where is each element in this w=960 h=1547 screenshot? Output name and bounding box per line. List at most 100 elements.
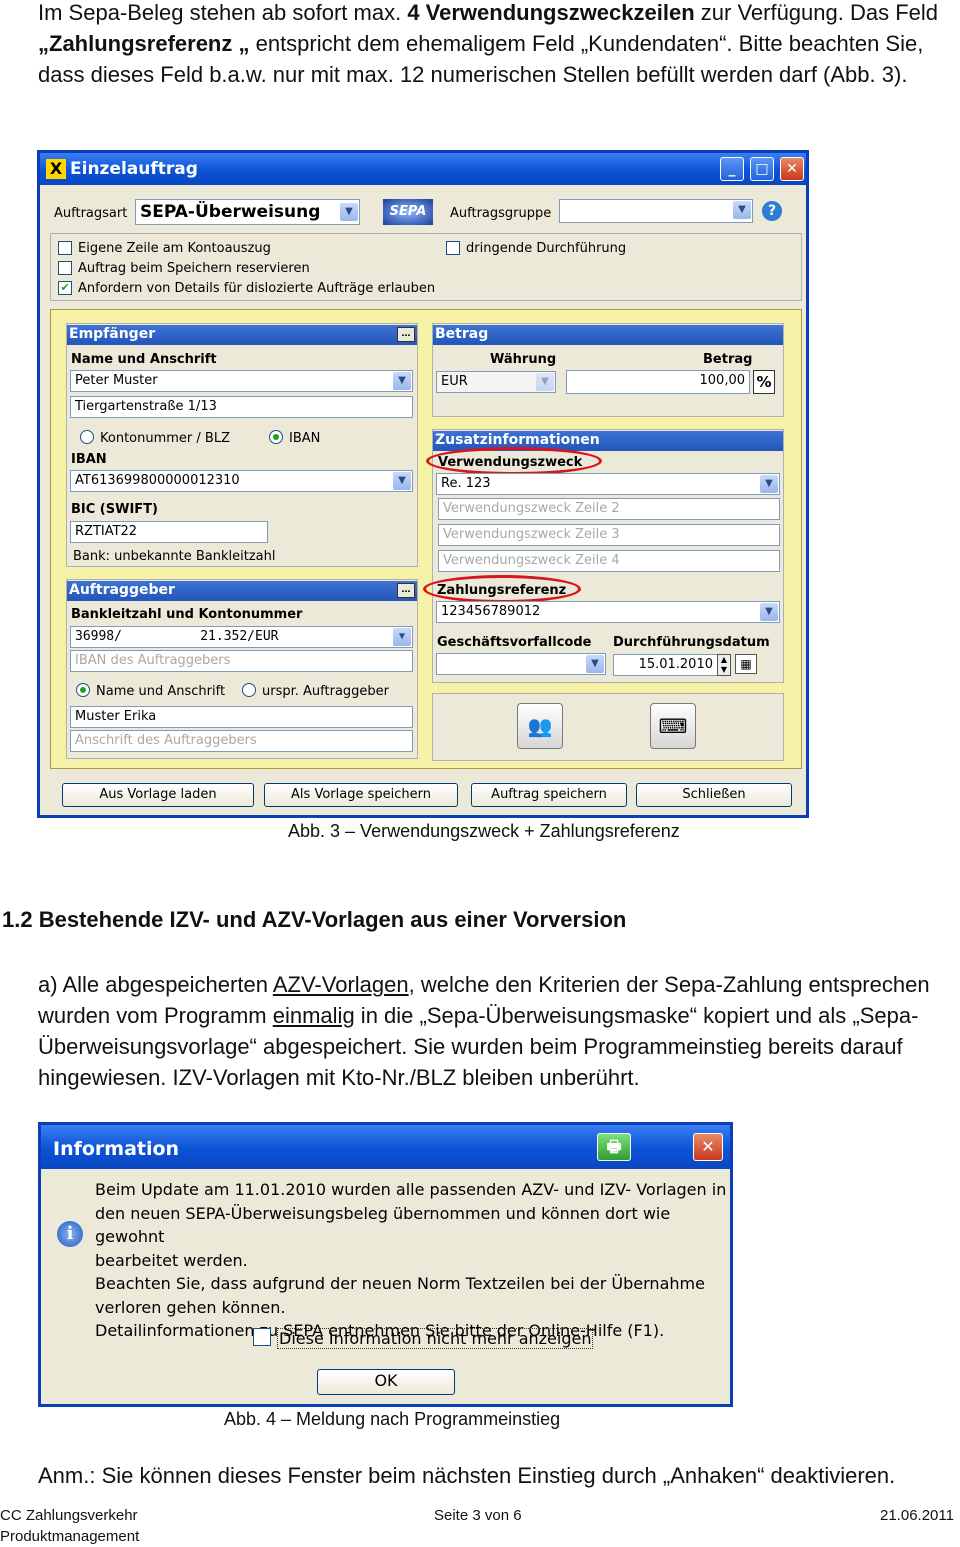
- footer-date: 21.06.2011: [880, 1507, 954, 1524]
- bic-label: BIC (SWIFT): [71, 502, 158, 517]
- iban-select[interactable]: AT613699800000012310 ▼: [70, 470, 413, 492]
- datum-input[interactable]: 15.01.2010: [613, 654, 718, 676]
- betrag-header-text: Betrag: [435, 326, 489, 342]
- auftraggeber-header-text: Auftraggeber: [69, 582, 175, 598]
- auftragsart-label: Auftragsart: [54, 206, 128, 221]
- info-line-4: Beachten Sie, dass aufgrund der neuen No…: [95, 1274, 705, 1293]
- verwendungszweck-3-placeholder: Verwendungszweck Zeile 3: [443, 527, 620, 542]
- chevron-down-icon[interactable]: ▼: [393, 628, 411, 646]
- sepa-logo-icon: SEPA: [383, 199, 433, 225]
- contacts-icon[interactable]: 👥: [517, 703, 563, 749]
- empfaenger-name-select[interactable]: Peter Muster ▼: [70, 370, 413, 392]
- intro-bold-2: „Zahlungsreferenz „: [38, 31, 250, 56]
- printer-icon[interactable]: 🖶: [597, 1133, 631, 1161]
- datum-label: Durchführungsdatum: [613, 635, 770, 650]
- information-titlebar[interactable]: Information 🖶 ✕: [41, 1125, 730, 1169]
- zahlungsreferenz-highlight: [423, 575, 581, 603]
- verwendungszweck-4-input[interactable]: Verwendungszweck Zeile 4: [438, 550, 780, 572]
- name-anschrift-radio-label: Name und Anschrift: [96, 684, 226, 699]
- auftraggeber-address-placeholder: Anschrift des Auftraggebers: [75, 733, 257, 748]
- zusatz-header-text: Zusatzinformationen: [435, 432, 600, 448]
- intro-text-2: zur Verfügung. Das Feld: [694, 0, 939, 25]
- help-icon[interactable]: ?: [762, 201, 782, 221]
- chevron-down-icon[interactable]: ▼: [393, 372, 411, 390]
- verwendungszweck-1-select[interactable]: Re. 123 ▼: [436, 473, 780, 495]
- reservieren-checkbox[interactable]: [58, 261, 72, 275]
- gvc-select[interactable]: ▼: [436, 653, 606, 675]
- date-spinner-icon[interactable]: ▲ ▼: [717, 654, 731, 676]
- window-title: Einzelauftrag: [70, 159, 198, 179]
- eigene-zeile-checkbox[interactable]: [58, 241, 72, 255]
- chevron-down-icon[interactable]: ▼: [536, 373, 554, 391]
- info-line-3: bearbeitet werden.: [95, 1250, 248, 1270]
- calendar-icon[interactable]: ▦: [735, 654, 757, 674]
- betrag-label: Betrag: [703, 352, 753, 367]
- note-text: Anm.: Sie können dieses Fenster beim näc…: [38, 1463, 896, 1488]
- chevron-down-icon[interactable]: ▼: [733, 201, 751, 219]
- schliessen-button[interactable]: Schließen: [636, 783, 792, 807]
- percent-button[interactable]: %: [753, 370, 775, 394]
- caption-abb3: Abb. 3 – Verwendungszweck + Zahlungsrefe…: [288, 821, 680, 841]
- dringend-label: dringende Durchführung: [466, 241, 627, 256]
- para2-text-1: a) Alle abgespeicherten: [38, 972, 273, 997]
- reservieren-label: Auftrag beim Speichern reservieren: [78, 261, 310, 276]
- einzelauftrag-titlebar[interactable]: X Einzelauftrag _ □ ✕: [40, 153, 806, 185]
- name-anschrift-radio[interactable]: [76, 683, 90, 697]
- vorlage-speichern-button[interactable]: Als Vorlage speichern: [264, 783, 458, 807]
- information-title: Information: [53, 1138, 180, 1160]
- empfaenger-address-value: Tiergartenstraße 1/13: [75, 399, 217, 414]
- dringend-checkbox[interactable]: [446, 241, 460, 255]
- auftraggeber-name-input[interactable]: Muster Erika: [70, 706, 413, 728]
- betrag-input[interactable]: 100,00: [566, 370, 750, 394]
- chevron-down-icon[interactable]: ▼: [393, 472, 411, 490]
- chevron-down-icon[interactable]: ▼: [340, 203, 358, 221]
- details-checkbox[interactable]: ✔: [58, 281, 72, 295]
- blz-select[interactable]: 36998/ 21.352/EUR ▼: [70, 626, 413, 648]
- waehrung-select[interactable]: EUR ▼: [436, 371, 556, 393]
- info-icon: i: [57, 1221, 83, 1247]
- gvc-label: Geschäftsvorfallcode: [437, 635, 592, 650]
- minimize-icon[interactable]: _: [720, 157, 744, 181]
- keyboard-icon[interactable]: ⌨: [650, 703, 696, 749]
- close-icon[interactable]: ✕: [693, 1133, 723, 1161]
- footer-page: Seite 3 von 6: [434, 1507, 522, 1524]
- empfaenger-address-input[interactable]: Tiergartenstraße 1/13: [70, 396, 413, 418]
- chevron-down-icon[interactable]: ▼: [586, 655, 604, 673]
- empfaenger-header: Empfänger …: [67, 325, 417, 345]
- footer-left-1: CC Zahlungsverkehr: [0, 1507, 138, 1524]
- information-window: Information 🖶 ✕ i Beim Update am 11.01.2…: [38, 1122, 733, 1407]
- datum-value: 15.01.2010: [638, 657, 713, 672]
- urspr-auftraggeber-radio[interactable]: [242, 683, 256, 697]
- more-icon[interactable]: …: [397, 583, 415, 598]
- para2-underline-2: einmalig: [272, 1003, 355, 1028]
- auftraggeber-address-input[interactable]: Anschrift des Auftraggebers: [70, 730, 413, 752]
- auftragsart-value: SEPA-Überweisung: [140, 202, 321, 222]
- chevron-down-icon[interactable]: ▼: [760, 603, 778, 621]
- auftrag-speichern-button[interactable]: Auftrag speichern: [471, 783, 627, 807]
- verwendungszweck-2-input[interactable]: Verwendungszweck Zeile 2: [438, 498, 780, 520]
- auftraggeber-header: Auftraggeber …: [67, 581, 417, 601]
- iban-radio[interactable]: [269, 430, 283, 444]
- ok-button[interactable]: OK: [317, 1369, 455, 1395]
- zahlungsreferenz-select[interactable]: 123456789012 ▼: [436, 601, 780, 623]
- verwendungszweck-3-input[interactable]: Verwendungszweck Zeile 3: [438, 524, 780, 546]
- more-icon[interactable]: …: [397, 327, 415, 342]
- auftragsart-select[interactable]: SEPA-Überweisung ▼: [135, 199, 360, 225]
- close-icon[interactable]: ✕: [780, 157, 804, 181]
- hide-info-label[interactable]: Diese Information nicht mehr anzeigen: [277, 1328, 594, 1349]
- hide-info-checkbox[interactable]: [253, 1328, 271, 1346]
- blz-label: Bankleitzahl und Kontonummer: [71, 607, 303, 622]
- verwendungszweck-2-placeholder: Verwendungszweck Zeile 2: [443, 501, 620, 516]
- auftraggeber-iban-input[interactable]: IBAN des Auftraggebers: [70, 650, 413, 672]
- info-line-5: verloren gehen können.: [95, 1297, 286, 1317]
- intro-paragraph: Im Sepa-Beleg stehen ab sofort max. 4 Ve…: [38, 0, 958, 90]
- auftragsgruppe-select[interactable]: ▼: [559, 199, 753, 223]
- waehrung-label: Währung: [490, 352, 557, 367]
- zahlungsreferenz-value: 123456789012: [441, 604, 541, 619]
- bic-input[interactable]: RZTIAT22: [70, 521, 268, 543]
- details-label: Anfordern von Details für dislozierte Au…: [78, 281, 436, 296]
- maximize-icon[interactable]: □: [750, 157, 774, 181]
- kontonummer-radio[interactable]: [80, 430, 94, 444]
- vorlage-laden-button[interactable]: Aus Vorlage laden: [62, 783, 254, 807]
- chevron-down-icon[interactable]: ▼: [760, 475, 778, 493]
